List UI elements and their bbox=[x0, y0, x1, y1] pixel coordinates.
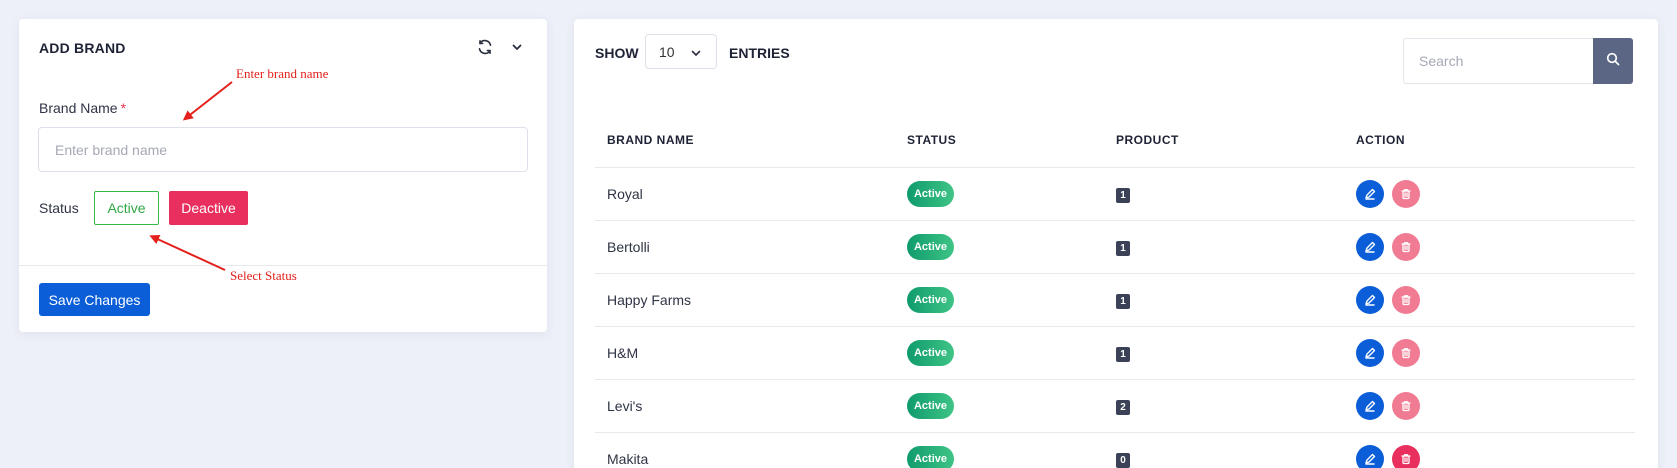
search-icon bbox=[1606, 52, 1620, 71]
delete-button[interactable] bbox=[1392, 286, 1420, 314]
trash-icon bbox=[1400, 347, 1412, 359]
add-brand-title: ADD BRAND bbox=[39, 40, 126, 56]
action-cell bbox=[1356, 392, 1635, 420]
save-changes-button[interactable]: Save Changes bbox=[39, 283, 150, 316]
action-cell bbox=[1356, 233, 1635, 261]
table-row: Royal Active 1 bbox=[595, 168, 1635, 221]
status-cell: Active bbox=[907, 393, 1116, 419]
chevron-down-icon bbox=[690, 46, 702, 62]
product-count-badge: 1 bbox=[1116, 294, 1130, 309]
status-label: Status bbox=[39, 200, 79, 216]
product-cell: 1 bbox=[1116, 238, 1356, 256]
table-header: BRAND NAME STATUS PRODUCT ACTION bbox=[595, 112, 1635, 168]
edit-icon bbox=[1364, 294, 1376, 306]
product-count-badge: 2 bbox=[1116, 400, 1130, 415]
brand-name-label: Brand Name * bbox=[39, 100, 126, 116]
show-label: SHOW bbox=[595, 45, 639, 61]
delete-button[interactable] bbox=[1392, 180, 1420, 208]
entries-select[interactable]: 10 bbox=[645, 34, 717, 69]
action-cell bbox=[1356, 286, 1635, 314]
active-button[interactable]: Active bbox=[94, 191, 159, 225]
edit-button[interactable] bbox=[1356, 286, 1384, 314]
product-count-badge: 1 bbox=[1116, 241, 1130, 256]
status-badge: Active bbox=[907, 287, 954, 313]
table-row: H&M Active 1 bbox=[595, 327, 1635, 380]
brand-table: BRAND NAME STATUS PRODUCT ACTION Royal Ac… bbox=[595, 112, 1635, 468]
entries-select-value: 10 bbox=[659, 43, 675, 60]
edit-icon bbox=[1364, 188, 1376, 200]
brand-name-label-text: Brand Name bbox=[39, 100, 118, 116]
annotation-enter-brand-name: Enter brand name bbox=[236, 66, 329, 81]
table-row: Makita Active 0 bbox=[595, 433, 1635, 468]
edit-icon bbox=[1364, 241, 1376, 253]
edit-button[interactable] bbox=[1356, 445, 1384, 468]
brand-name-cell: H&M bbox=[607, 345, 639, 361]
product-cell: 1 bbox=[1116, 291, 1356, 309]
action-cell bbox=[1356, 339, 1635, 367]
card-tools bbox=[476, 38, 526, 56]
product-cell: 1 bbox=[1116, 185, 1356, 203]
table-row: Bertolli Active 1 bbox=[595, 221, 1635, 274]
edit-icon bbox=[1364, 347, 1376, 359]
trash-icon bbox=[1400, 241, 1412, 253]
product-cell: 1 bbox=[1116, 344, 1356, 362]
delete-button[interactable] bbox=[1392, 233, 1420, 261]
product-count-badge: 1 bbox=[1116, 188, 1130, 203]
delete-button[interactable] bbox=[1392, 339, 1420, 367]
action-cell bbox=[1356, 180, 1635, 208]
product-cell: 0 bbox=[1116, 450, 1356, 468]
edit-button[interactable] bbox=[1356, 392, 1384, 420]
column-product[interactable]: PRODUCT bbox=[1116, 133, 1356, 147]
edit-button[interactable] bbox=[1356, 233, 1384, 261]
status-badge: Active bbox=[907, 234, 954, 260]
status-cell: Active bbox=[907, 446, 1116, 468]
required-mark: * bbox=[120, 100, 127, 116]
table-row: Levi's Active 2 bbox=[595, 380, 1635, 433]
status-cell: Active bbox=[907, 234, 1116, 260]
column-status[interactable]: STATUS bbox=[907, 133, 1116, 147]
chevron-down-icon[interactable] bbox=[508, 38, 526, 56]
product-count-badge: 1 bbox=[1116, 347, 1130, 362]
brand-name-cell: Levi's bbox=[607, 398, 643, 414]
trash-icon bbox=[1400, 453, 1412, 465]
deactive-button[interactable]: Deactive bbox=[169, 191, 248, 225]
brand-list-card: SHOW 10 ENTRIES BRAND NAME STATUS PRODUC… bbox=[574, 19, 1658, 468]
edit-icon bbox=[1364, 400, 1376, 412]
search-button[interactable] bbox=[1593, 38, 1633, 84]
column-brand-name[interactable]: BRAND NAME bbox=[595, 133, 907, 147]
edit-button[interactable] bbox=[1356, 339, 1384, 367]
status-badge: Active bbox=[907, 393, 954, 419]
brand-name-cell: Bertolli bbox=[607, 239, 650, 255]
annotation-select-status: Select Status bbox=[230, 268, 297, 283]
refresh-icon[interactable] bbox=[476, 38, 494, 56]
edit-button[interactable] bbox=[1356, 180, 1384, 208]
trash-icon bbox=[1400, 400, 1412, 412]
brand-name-cell: Makita bbox=[607, 451, 649, 467]
column-action: ACTION bbox=[1356, 132, 1405, 147]
product-cell: 2 bbox=[1116, 397, 1356, 415]
delete-button[interactable] bbox=[1392, 392, 1420, 420]
table-body: Royal Active 1 Bertolli Active 1 Happy Farms Ac… bbox=[595, 168, 1635, 468]
delete-button[interactable] bbox=[1392, 445, 1420, 468]
brand-name-cell: Royal bbox=[607, 186, 643, 202]
search-input[interactable] bbox=[1403, 38, 1594, 84]
brand-name-cell: Happy Farms bbox=[607, 292, 692, 308]
trash-icon bbox=[1400, 188, 1412, 200]
card-divider bbox=[19, 265, 547, 266]
entries-label: ENTRIES bbox=[729, 45, 790, 61]
status-badge: Active bbox=[907, 340, 954, 366]
brand-name-input[interactable] bbox=[38, 127, 528, 172]
status-badge: Active bbox=[907, 446, 954, 468]
status-cell: Active bbox=[907, 340, 1116, 366]
status-badge: Active bbox=[907, 181, 954, 207]
edit-icon bbox=[1364, 453, 1376, 465]
action-cell bbox=[1356, 445, 1635, 468]
status-cell: Active bbox=[907, 181, 1116, 207]
status-cell: Active bbox=[907, 287, 1116, 313]
trash-icon bbox=[1400, 294, 1412, 306]
table-row: Happy Farms Active 1 bbox=[595, 274, 1635, 327]
product-count-badge: 0 bbox=[1116, 453, 1130, 468]
